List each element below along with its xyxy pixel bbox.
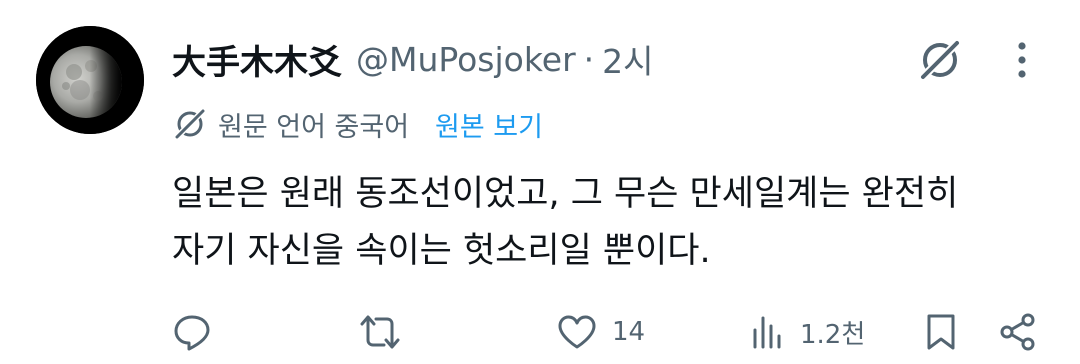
like-count: 14: [612, 317, 646, 347]
timestamp[interactable]: 2시: [602, 35, 653, 83]
more-dots-icon: [1018, 42, 1026, 78]
views-bar-chart-icon: [753, 316, 781, 349]
more-options-button[interactable]: [1000, 32, 1044, 88]
view-count: 1.2천: [800, 319, 866, 350]
reply-button[interactable]: [172, 306, 212, 358]
retweet-button[interactable]: [358, 306, 402, 358]
share-button[interactable]: [998, 306, 1038, 358]
action-bar: 14 1.2천: [172, 306, 1042, 358]
separator-dot: ·: [583, 39, 595, 79]
avatar[interactable]: [36, 26, 144, 134]
heart-icon: [558, 315, 596, 349]
user-handle[interactable]: @MuPosjoker: [356, 40, 576, 79]
tweet-text-line: 일본은 원래 동조선이었고, 그 무슨 만세일계는 완전히: [172, 174, 959, 214]
tweet-text-line: 자기 자신을 속이는 헛소리일 뿐이다.: [172, 231, 711, 271]
grok-button[interactable]: [912, 32, 968, 88]
translation-source-label: 원문 언어 중국어: [218, 111, 410, 143]
display-name[interactable]: 大手木木爻: [172, 35, 342, 84]
tweet-text: 일본은 원래 동조선이었고, 그 무슨 만세일계는 완전히 자기 자신을 속이는…: [172, 166, 1052, 280]
share-icon: [1000, 313, 1035, 351]
retweet-icon: [360, 315, 400, 349]
moon-avatar-image: [36, 26, 144, 134]
show-original-link[interactable]: 원본 보기: [435, 105, 543, 144]
bookmark-icon: [927, 314, 955, 350]
reply-icon: [174, 315, 210, 351]
translate-grok-icon: [175, 109, 205, 139]
views-button[interactable]: 1.2천: [750, 306, 865, 358]
grok-icon: [921, 41, 959, 79]
translation-notice: 원문 언어 중국어 원본 보기: [172, 102, 543, 146]
bookmark-button[interactable]: [924, 306, 958, 358]
like-button[interactable]: 14: [556, 306, 645, 358]
tweet-header: 大手木木爻 @MuPosjoker · 2시: [172, 33, 654, 85]
